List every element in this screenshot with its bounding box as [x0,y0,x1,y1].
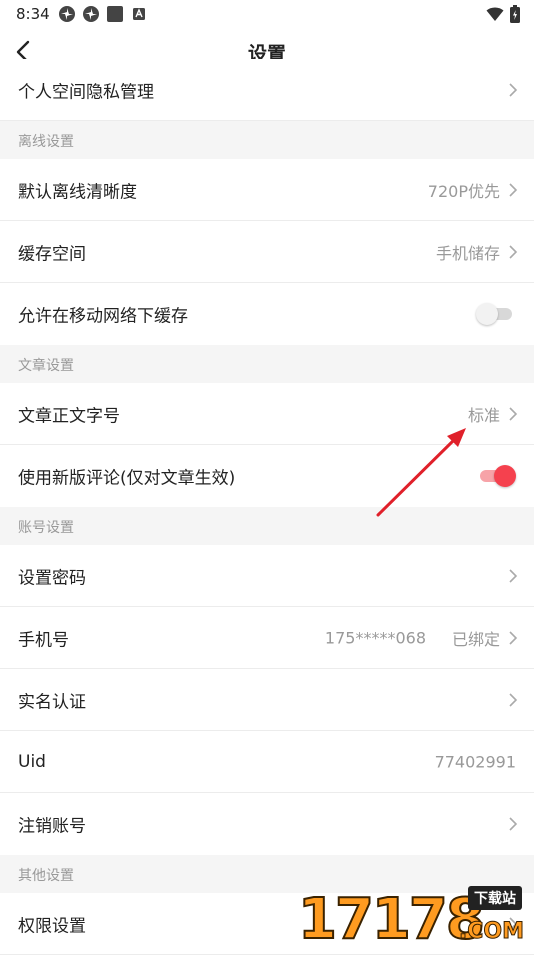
row-label: Uid [18,751,46,772]
uid-row: Uid 77402991 [0,731,534,793]
chevron-right-icon [509,692,518,707]
offline-quality-row[interactable]: 默认离线清晰度 720P优先 [0,159,534,221]
settings-list: 个人空间隐私管理 离线设置 默认离线清晰度 720P优先 缓存空间 手机储存 允… [0,59,534,955]
new-comments-row: 使用新版评论(仅对文章生效) [0,445,534,507]
section-title: 其他设置 [18,868,74,884]
watermark-logo: 17178 下载站 .COM [297,886,526,952]
wifi-icon [486,7,504,21]
row-label: 允许在移动网络下缓存 [18,306,188,327]
status-right-icons [486,5,520,23]
uid-value: 77402991 [434,752,516,771]
row-label: 设置密码 [18,568,86,588]
chevron-right-icon [509,406,518,421]
watermark-digits: 17178 [297,887,486,952]
toggle-knob [476,303,498,325]
phone-number-row[interactable]: 手机号 175*****068 已绑定 [0,607,534,669]
row-label: 权限设置 [18,916,86,936]
row-value: 标准 [467,405,500,425]
section-header-account: 账号设置 [0,507,534,545]
status-time: 8:34 [16,5,50,23]
status-left-icons [58,5,148,23]
section-title: 文章设置 [18,358,74,374]
chevron-right-icon [509,82,518,97]
row-label: 实名认证 [18,692,86,712]
mobile-network-cache-row: 允许在移动网络下缓存 [0,283,534,345]
section-header-article: 文章设置 [0,345,534,383]
row-label: 使用新版评论(仅对文章生效) [18,468,236,489]
battery-icon [510,5,520,23]
set-password-row[interactable]: 设置密码 [0,545,534,607]
mobile-cache-toggle[interactable] [476,302,516,326]
section-title: 账号设置 [18,520,74,536]
row-value: 手机储存 [435,243,500,263]
status-bar: 8:34 [0,0,534,28]
chevron-right-icon [509,630,518,645]
a-box-icon [133,8,145,20]
new-comments-toggle[interactable] [476,464,516,488]
pinwheel-icon [59,6,75,22]
row-label: 个人空间隐私管理 [18,82,154,102]
row-label: 默认离线清晰度 [18,182,137,202]
row-label: 缓存空间 [18,244,86,264]
phone-number: 175*****068 [324,628,426,647]
phone-bind-status: 已绑定 [451,629,500,649]
toggle-knob [494,465,516,487]
article-font-size-row[interactable]: 文章正文字号 标准 [0,383,534,445]
chevron-right-icon [509,817,518,831]
privacy-management-row[interactable]: 个人空间隐私管理 [0,59,534,121]
section-title: 离线设置 [18,134,74,150]
cancel-account-row[interactable]: 注销账号 [0,793,534,855]
chevron-right-icon [509,244,518,259]
row-label: 文章正文字号 [18,406,120,426]
square-icon [107,6,123,22]
chevron-right-icon [509,182,518,197]
cache-space-row[interactable]: 缓存空间 手机储存 [0,221,534,283]
row-value: 720P优先 [427,181,500,201]
pinwheel-icon [83,6,99,22]
row-label: 手机号 [18,630,69,650]
real-name-verification-row[interactable]: 实名认证 [0,669,534,731]
watermark-suffix: .COM [458,919,524,945]
chevron-right-icon [509,568,518,583]
row-label: 注销账号 [18,816,86,837]
watermark-tag: 下载站 [468,886,522,910]
section-header-offline: 离线设置 [0,121,534,159]
